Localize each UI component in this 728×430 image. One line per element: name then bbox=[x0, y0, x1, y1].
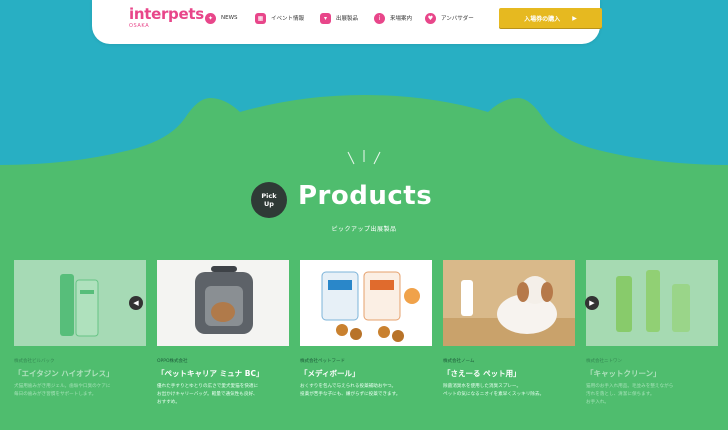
product-maker: OPPO株式会社 bbox=[157, 359, 188, 364]
desc-line: お手入れ。 bbox=[586, 400, 610, 405]
nav-label: 来場案内 bbox=[390, 16, 413, 22]
product-maker: 株式会社ビルバック bbox=[14, 359, 55, 364]
nav-item-access[interactable]: i 来場案内 bbox=[374, 12, 412, 24]
calendar-icon: ▦ bbox=[255, 12, 266, 24]
desc-line: 優れた手すりとゆとりの広さで愛犬愛猫を快適に bbox=[157, 384, 259, 389]
buy-ticket-button[interactable]: 入場券の購入 ▶ bbox=[499, 8, 602, 28]
desc-line: ペットの気になるニオイを素早くスッキリ除去。 bbox=[443, 392, 545, 397]
nav-label: NEWS bbox=[221, 15, 238, 21]
product-card[interactable]: 株式会社ペットフード 「メディボール」 おくすりを包んで与えられる投薬補助おやつ… bbox=[300, 260, 432, 399]
chevron-right-icon: ▶ bbox=[589, 299, 595, 307]
desc-line: おくすりを包んで与えられる投薬補助おやつ。 bbox=[300, 384, 397, 389]
product-image bbox=[300, 260, 432, 346]
badge-line1: Pick bbox=[261, 192, 277, 200]
product-card[interactable]: 株式会社ニトワン 「キャットクリーン」 猫用のお手入れ用品。毛並みを整えながら … bbox=[586, 260, 718, 407]
product-card[interactable]: 株式会社ビルバック 「エイタジン ハイオブレス」 犬猫用歯みがき用ジェル。歯垢や… bbox=[14, 260, 146, 399]
nav-label: アンバサダー bbox=[441, 16, 474, 22]
desc-line: 除菌消臭水を使用した消臭スプレー。 bbox=[443, 384, 522, 389]
product-description: 猫用のお手入れ用品。毛並みを整えながら 汚れを落とし、清潔に保ちます。 お手入れ… bbox=[586, 383, 718, 407]
desc-line: 犬猫用歯みがき用ジェル。歯垢や口臭のケアに bbox=[14, 384, 111, 389]
product-description: 除菌消臭水を使用した消臭スプレー。 ペットの気になるニオイを素早くスッキリ除去。 bbox=[443, 383, 575, 399]
megaphone-icon: ✦ bbox=[205, 12, 216, 24]
section-subtitle: ピックアップ出展製品 bbox=[331, 226, 397, 233]
product-maker: 株式会社ノーム bbox=[443, 359, 475, 364]
product-description: おくすりを包んで与えられる投薬補助おやつ。 投薬が苦手な子にも、嫌がらずに投薬で… bbox=[300, 383, 432, 399]
desc-line: 毎日の歯みがき習慣をサポートします。 bbox=[14, 392, 97, 397]
brand-name: interpets bbox=[129, 5, 204, 23]
play-arrow-icon: ▶ bbox=[572, 14, 577, 22]
product-name: 「さえーる ペット用」 bbox=[443, 369, 521, 378]
desc-line: お出かけキャリーバッグ。軽量で通気性も良好、 bbox=[157, 392, 258, 397]
product-description: 優れた手すりとゆとりの広さで愛犬愛猫を快適に お出かけキャリーバッグ。軽量で通気… bbox=[157, 383, 289, 407]
header-nav: interpets OSAKA ✦ NEWS ▦ イベント情報 ▾ 出展製品 i… bbox=[92, 0, 602, 44]
product-maker: 株式会社ニトワン bbox=[586, 359, 622, 364]
carousel-next-button[interactable]: ▶ bbox=[585, 296, 599, 310]
brand-city: OSAKA bbox=[129, 23, 150, 29]
shield-icon: ♥ bbox=[425, 12, 436, 24]
nav-item-products[interactable]: ▾ 出展製品 bbox=[320, 12, 358, 24]
desc-line: 猫用のお手入れ用品。毛並みを整えながら bbox=[586, 384, 674, 389]
info-icon: i bbox=[374, 12, 385, 24]
nav-item-ambassador[interactable]: ♥ アンバサダー bbox=[425, 12, 474, 24]
product-description: 犬猫用歯みがき用ジェル。歯垢や口臭のケアに 毎日の歯みがき習慣をサポートします。 bbox=[14, 383, 146, 399]
product-name: 「エイタジン ハイオブレス」 bbox=[14, 369, 114, 378]
product-name: 「メディボール」 bbox=[300, 369, 360, 378]
desc-line: おすすめ。 bbox=[157, 400, 180, 405]
nav-item-news[interactable]: ✦ NEWS bbox=[205, 12, 238, 24]
pickup-badge: Pick Up bbox=[251, 182, 287, 218]
site-logo[interactable]: interpets OSAKA bbox=[129, 6, 204, 29]
badge-line2: Up bbox=[264, 200, 274, 208]
product-name: 「キャットクリーン」 bbox=[586, 369, 661, 378]
nav-item-events[interactable]: ▦ イベント情報 bbox=[255, 12, 304, 24]
product-image bbox=[157, 260, 289, 346]
product-maker: 株式会社ペットフード bbox=[300, 359, 345, 364]
cat-face-icon: ▾ bbox=[320, 12, 331, 24]
product-card[interactable]: 株式会社ノーム 「さえーる ペット用」 除菌消臭水を使用した消臭スプレー。 ペッ… bbox=[443, 260, 575, 399]
carousel-prev-button[interactable]: ◀ bbox=[129, 296, 143, 310]
desc-line: 汚れを落とし、清潔に保ちます。 bbox=[586, 392, 655, 397]
chevron-left-icon: ◀ bbox=[133, 299, 139, 307]
nav-label: イベント情報 bbox=[271, 16, 305, 22]
product-image bbox=[443, 260, 575, 346]
product-image bbox=[14, 260, 146, 346]
product-name: 「ペットキャリア ミュナ BC」 bbox=[157, 369, 264, 378]
section-title: Products bbox=[298, 181, 433, 211]
buy-ticket-label: 入場券の購入 bbox=[524, 15, 561, 23]
product-image bbox=[586, 260, 718, 346]
desc-line: 投薬が苦手な子にも、嫌がらずに投薬できます。 bbox=[300, 392, 401, 397]
nav-label: 出展製品 bbox=[336, 16, 359, 22]
product-card[interactable]: OPPO株式会社 「ペットキャリア ミュナ BC」 優れた手すりとゆとりの広さで… bbox=[157, 260, 289, 407]
